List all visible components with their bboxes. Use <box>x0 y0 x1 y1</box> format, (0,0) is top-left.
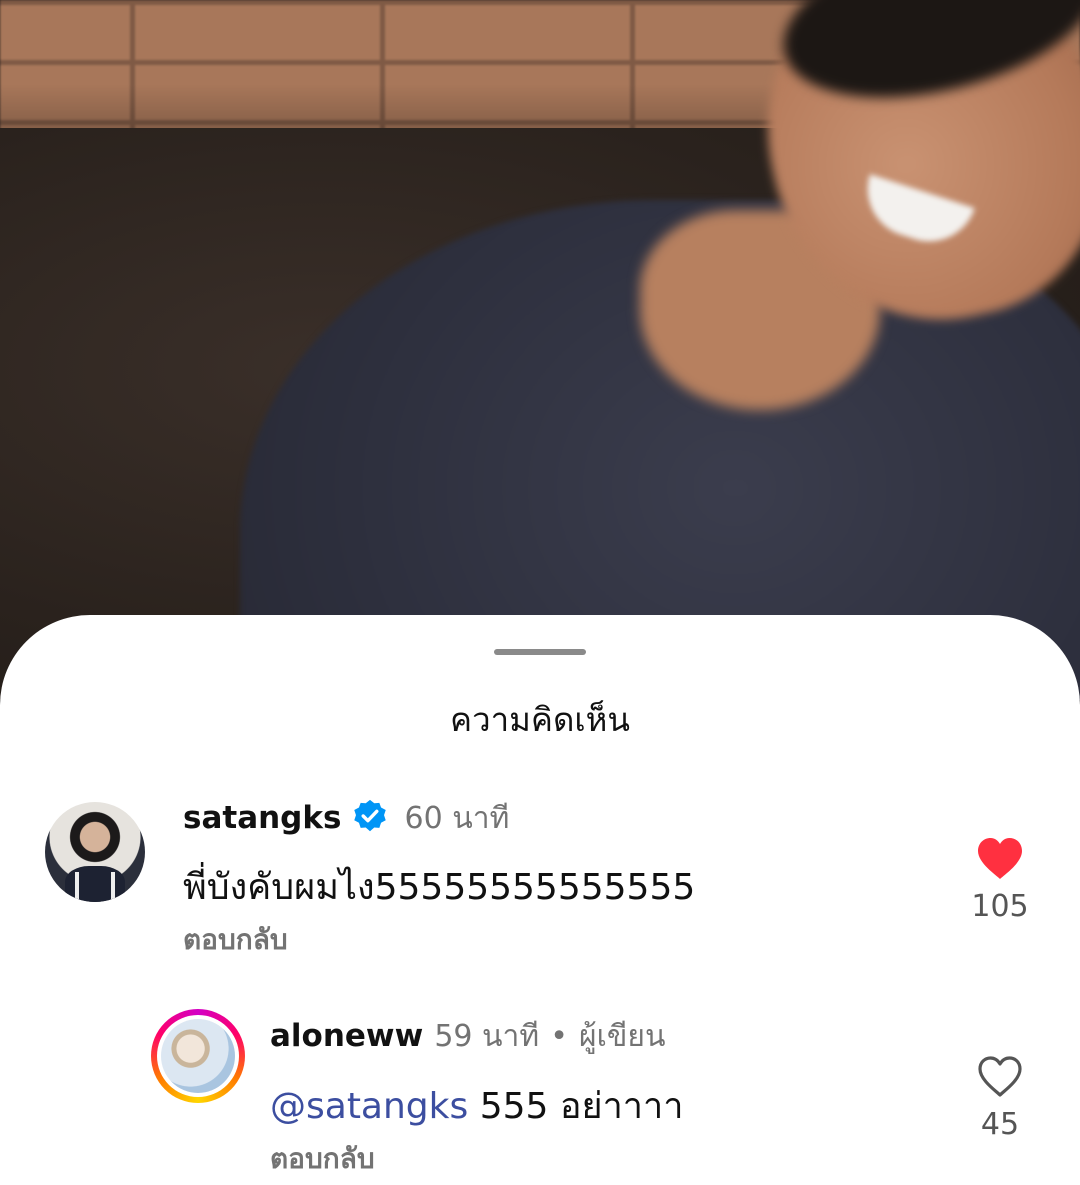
comments-sheet: ความคิดเห็น satangks 60 นาที พี่บังคับผม… <box>0 615 1080 1185</box>
comment-time: 60 นาที <box>404 801 510 836</box>
reply-button[interactable]: ตอบกลับ <box>183 918 288 962</box>
comment-header: satangks 60 นาที <box>183 795 509 842</box>
comment-text: พี่บังคับผมไง55555555555555 <box>183 867 696 908</box>
verified-badge-icon <box>354 799 387 832</box>
reply-button[interactable]: ตอบกลับ <box>270 1137 375 1181</box>
avatar-stripe <box>111 872 115 902</box>
author-badge: ผู้เขียน <box>579 1019 666 1054</box>
sheet-title: ความคิดเห็น <box>450 700 630 739</box>
like-count: 45 <box>980 1107 1020 1142</box>
heart-outline-icon <box>978 1056 1022 1097</box>
sheet-drag-handle[interactable] <box>494 649 586 655</box>
mention-link[interactable]: @satangks <box>270 1086 468 1127</box>
heart-filled-icon <box>978 838 1022 879</box>
comment-text-body: 555 อย่าาาา <box>468 1086 684 1127</box>
story-ring[interactable] <box>151 1009 245 1103</box>
avatar-collar <box>65 866 125 902</box>
comment-time: 59 นาที <box>434 1019 540 1054</box>
avatar-stripe <box>75 872 79 902</box>
like-count: 105 <box>971 889 1029 924</box>
comment-header: aloneww 59 นาที • ผู้เขียน <box>270 1013 665 1060</box>
reel-video[interactable] <box>0 0 1080 700</box>
comment-username[interactable]: aloneww <box>270 1018 423 1054</box>
avatar-image <box>161 1019 235 1093</box>
like-button[interactable]: 45 <box>960 1055 1040 1142</box>
comment-text: @satangks 555 อย่าาาา <box>270 1077 683 1134</box>
comment-username[interactable]: satangks <box>183 800 341 836</box>
meta-separator: • <box>550 1019 568 1054</box>
like-button[interactable]: 105 <box>960 837 1040 924</box>
avatar[interactable] <box>45 802 145 902</box>
avatar <box>157 1015 239 1097</box>
